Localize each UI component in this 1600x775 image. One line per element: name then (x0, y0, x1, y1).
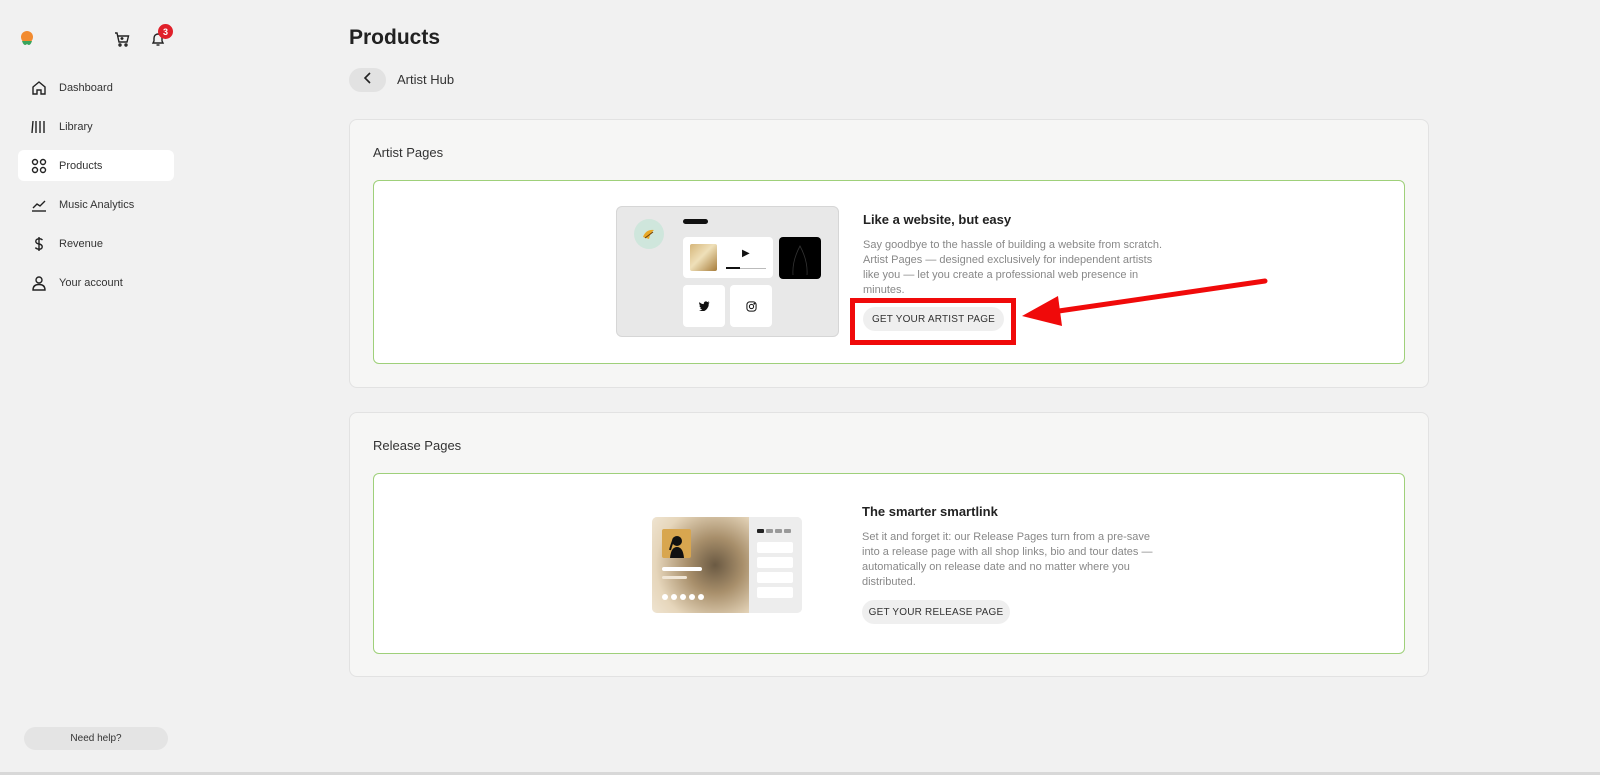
play-icon: ▶ (742, 248, 750, 259)
preview-link-row (757, 557, 793, 568)
preview-title-bar (662, 567, 702, 571)
sidebar-item-library[interactable]: Library (18, 111, 174, 142)
analytics-chart-icon (30, 196, 48, 214)
card-description: Say goodbye to the hassle of building a … (863, 239, 1163, 296)
get-artist-page-button[interactable]: GET YOUR ARTIST PAGE (863, 307, 1004, 331)
release-pages-card: The smarter smartlink Set it and forget … (373, 473, 1405, 654)
sidebar-item-label: Library (59, 120, 93, 133)
preview-thumbnail (690, 244, 717, 271)
preview-name-bar (683, 219, 708, 224)
release-page-preview-image (652, 517, 802, 613)
sidebar-item-your-account[interactable]: Your account (18, 267, 174, 298)
home-icon (30, 79, 48, 97)
back-button[interactable] (349, 68, 386, 92)
cart-icon[interactable] (112, 28, 132, 50)
dollar-icon (30, 235, 48, 253)
sidebar-item-label: Dashboard (59, 81, 113, 94)
brand-logo[interactable] (18, 29, 36, 49)
page-title: Products (349, 26, 441, 49)
sidebar-item-products[interactable]: Products (18, 150, 174, 181)
sidebar-item-label: Revenue (59, 237, 104, 250)
sidebar-item-label: Your account (59, 276, 123, 289)
preview-link-row (757, 542, 793, 553)
preview-progress-bar (726, 267, 766, 269)
chevron-left-icon (363, 71, 373, 89)
sidebar-nav: Dashboard Library Products Music Analyti… (18, 72, 174, 306)
sidebar-item-dashboard[interactable]: Dashboard (18, 72, 174, 103)
get-release-page-button[interactable]: GET YOUR RELEASE PAGE (862, 600, 1010, 624)
preview-subtitle-bar (662, 576, 687, 579)
preview-tabs (757, 529, 791, 533)
artist-pages-card: ▶ Like a website, but easy Say goodbye t… (373, 180, 1405, 364)
preview-background (652, 517, 749, 613)
preview-link-row (757, 587, 793, 598)
preview-link-panel (749, 517, 802, 613)
artist-pages-section: Artist Pages ▶ Like a website, but easy (349, 119, 1429, 388)
sidebar-item-music-analytics[interactable]: Music Analytics (18, 189, 174, 220)
breadcrumb: Artist Hub (397, 72, 455, 87)
section-title: Release Pages (373, 438, 462, 453)
sidebar-item-label: Products (59, 159, 103, 172)
preview-player: ▶ (683, 237, 773, 278)
release-pages-section: Release Pages The smarter smartlink Set … (349, 412, 1429, 677)
artist-page-preview-image: ▶ (616, 206, 839, 337)
library-icon (30, 118, 48, 136)
top-icons: 3 (18, 24, 178, 54)
avatar (634, 219, 664, 249)
instagram-icon (730, 285, 772, 327)
card-description: Set it and forget it: our Release Pages … (862, 531, 1153, 588)
preview-link-row (757, 572, 793, 583)
card-heading: The smarter smartlink (862, 504, 998, 519)
notification-badge: 3 (158, 24, 173, 39)
products-grid-icon (30, 157, 48, 175)
preview-photo (779, 237, 821, 279)
section-title: Artist Pages (373, 145, 444, 160)
sidebar: 3 Dashboard Library Products Music Analy… (0, 0, 190, 775)
card-heading: Like a website, but easy (863, 212, 1012, 227)
need-help-button[interactable]: Need help? (24, 727, 168, 750)
sidebar-item-label: Music Analytics (59, 198, 135, 211)
twitter-icon (683, 285, 725, 327)
sidebar-item-revenue[interactable]: Revenue (18, 228, 174, 259)
user-icon (30, 274, 48, 292)
preview-dots (662, 594, 704, 600)
preview-artwork (662, 529, 691, 558)
